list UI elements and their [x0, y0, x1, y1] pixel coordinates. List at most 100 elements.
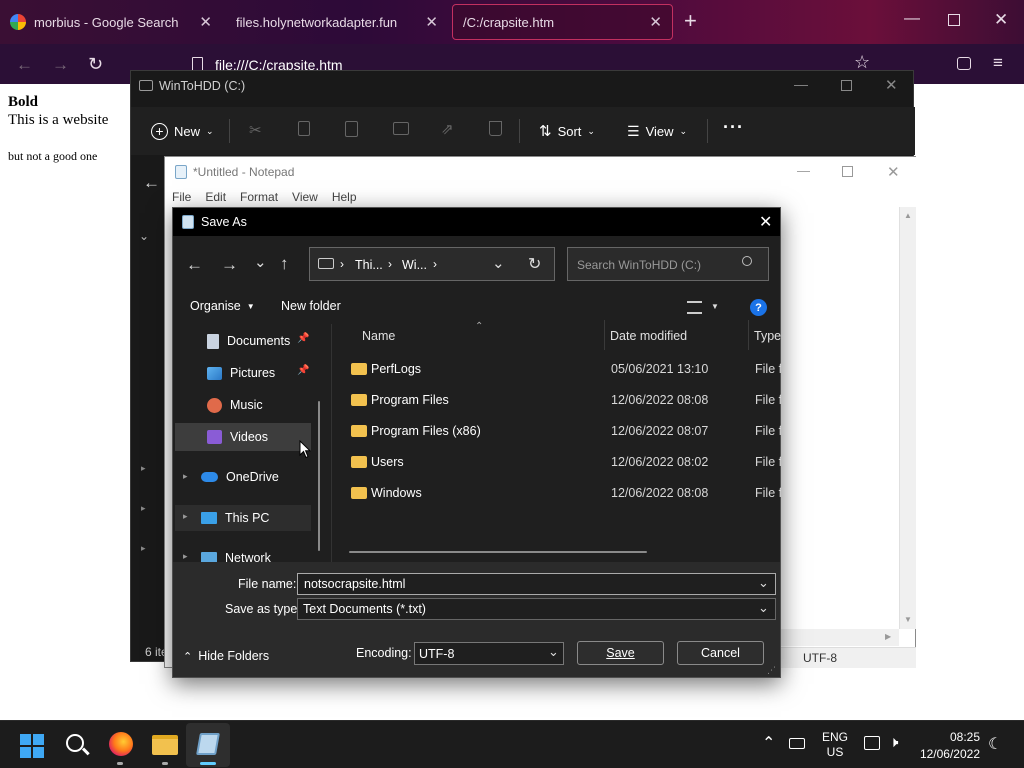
up-folder-icon[interactable]: ↑ [280, 254, 289, 274]
column-divider[interactable] [748, 320, 749, 350]
pocket-icon[interactable] [957, 57, 971, 70]
pin-icon[interactable]: 📌 [297, 365, 309, 376]
copy-icon[interactable] [298, 121, 310, 136]
menu-file[interactable]: File [172, 190, 191, 204]
cancel-button[interactable]: Cancel [677, 641, 764, 665]
new-folder-button[interactable]: New folder [281, 299, 341, 313]
file-row[interactable]: PerfLogs 05/06/2021 13:10 File fo [349, 353, 782, 384]
nav-item-network[interactable]: Network [201, 544, 331, 562]
notepad-taskbar-button[interactable] [186, 723, 230, 767]
nav-item-videos[interactable]: Videos [175, 423, 311, 451]
share-icon[interactable]: ⇗ [441, 120, 454, 138]
scroll-down-icon[interactable]: ▼ [904, 615, 912, 624]
new-button[interactable]: + New ⌄ [151, 119, 214, 143]
close-tab-icon[interactable]: ✕ [199, 13, 212, 31]
close-icon[interactable]: ✕ [759, 212, 772, 232]
start-icon[interactable] [20, 734, 44, 758]
nav-item-music[interactable]: Music [207, 391, 331, 419]
save-as-type-select[interactable]: Text Documents (*.txt) ⌄ [297, 598, 776, 620]
file-row[interactable]: Windows 12/06/2022 08:08 File fo [349, 477, 782, 508]
save-button[interactable]: Save [577, 641, 664, 665]
view-options-icon[interactable] [687, 301, 702, 314]
back-icon[interactable]: ← [16, 55, 33, 75]
delete-icon[interactable] [489, 121, 502, 136]
forward-icon[interactable]: → [221, 255, 238, 275]
caret-down-icon[interactable]: ▼ [711, 302, 719, 311]
nav-item-pictures[interactable]: Pictures [207, 359, 331, 387]
browser-tab-active[interactable]: /C:/crapsite.htm ✕ [452, 4, 673, 40]
encoding-select[interactable]: UTF-8 ⌄ [414, 642, 564, 665]
column-type[interactable]: Type [754, 329, 781, 343]
close-tab-icon[interactable]: ✕ [425, 13, 438, 31]
view-button[interactable]: ☰ View ⌄ [627, 119, 687, 143]
maximize-icon[interactable] [842, 166, 853, 177]
back-icon[interactable]: ← [143, 173, 160, 193]
chevron-down-icon[interactable]: ⌄ [758, 575, 769, 591]
clock[interactable]: 08:25 12/06/2022 [918, 730, 980, 761]
sort-button[interactable]: ⇅ Sort ⌄ [539, 119, 595, 143]
maximize-icon[interactable] [948, 14, 960, 26]
back-icon[interactable]: ← [186, 255, 203, 275]
file-row[interactable]: Users 12/06/2022 08:02 File fo [349, 446, 782, 477]
pin-icon[interactable]: 📌 [297, 333, 309, 344]
column-divider[interactable] [604, 320, 605, 350]
vertical-scrollbar[interactable]: ▲ ▼ [899, 207, 916, 629]
column-name[interactable]: Name [362, 329, 395, 343]
cut-icon[interactable]: ✂ [249, 121, 262, 139]
chevron-up-icon[interactable]: ⌃ [762, 733, 775, 753]
menu-edit[interactable]: Edit [205, 190, 226, 204]
resize-grip-icon[interactable]: ⋰ [767, 665, 776, 676]
minimize-icon[interactable]: — [794, 76, 808, 92]
language-indicator[interactable]: ENG US [822, 730, 848, 759]
notifications-icon[interactable]: ☾ [988, 734, 1002, 754]
chevron-down-icon[interactable]: ⌄ [758, 600, 769, 616]
chevron-down-icon[interactable]: ⌄ [548, 644, 559, 660]
breadcrumb-this-pc[interactable]: Thi... [355, 258, 383, 272]
maximize-icon[interactable] [841, 80, 852, 91]
file-explorer-icon[interactable] [152, 735, 178, 755]
minimize-icon[interactable]: — [904, 10, 920, 28]
breadcrumb-drive[interactable]: Wi... [402, 258, 427, 272]
nav-item-onedrive[interactable]: OneDrive [201, 463, 331, 491]
chevron-right-icon[interactable]: ▸ [183, 551, 188, 562]
hide-folders-toggle[interactable]: ⌃ Hide Folders [183, 649, 269, 663]
search-input[interactable]: Search WinToHDD (C:) [567, 247, 769, 281]
address-dropdown-icon[interactable]: ⌄ [492, 254, 505, 272]
keyboard-icon[interactable] [789, 738, 805, 749]
scroll-right-icon[interactable]: ▶ [885, 632, 891, 641]
paste-icon[interactable] [345, 121, 358, 137]
organise-button[interactable]: Organise ▼ [190, 299, 255, 313]
column-date-modified[interactable]: Date modified [610, 329, 687, 343]
menu-help[interactable]: Help [332, 190, 357, 204]
browser-tab[interactable]: morbius - Google Search ✕ [0, 4, 222, 40]
firefox-icon[interactable] [109, 732, 133, 756]
close-tab-icon[interactable]: ✕ [649, 13, 662, 31]
menu-format[interactable]: Format [240, 190, 278, 204]
nav-scrollbar-thumb[interactable] [318, 401, 320, 551]
horizontal-scrollbar[interactable]: ▶ [781, 629, 899, 646]
close-icon[interactable]: ✕ [885, 76, 898, 94]
new-tab-icon[interactable]: + [684, 10, 697, 32]
scroll-up-icon[interactable]: ▲ [904, 211, 912, 220]
close-icon[interactable]: ✕ [887, 163, 900, 181]
browser-tab[interactable]: files.holynetworkadapter.fun ✕ [226, 4, 448, 40]
nav-item-this-pc[interactable]: This PC [201, 504, 331, 532]
close-window-icon[interactable]: ✕ [994, 10, 1008, 30]
minimize-icon[interactable]: — [797, 163, 810, 178]
forward-icon[interactable]: → [52, 55, 69, 75]
help-icon[interactable]: ? [750, 299, 767, 316]
recent-locations-icon[interactable]: ⌄ [254, 253, 267, 271]
network-icon[interactable] [864, 736, 880, 750]
reload-icon[interactable]: ↻ [88, 54, 103, 75]
file-row[interactable]: Program Files 12/06/2022 08:08 File fo [349, 384, 782, 415]
horizontal-scrollbar-thumb[interactable] [349, 551, 647, 553]
rename-icon[interactable] [393, 122, 409, 135]
file-row[interactable]: Program Files (x86) 12/06/2022 08:07 Fil… [349, 415, 782, 446]
file-name-input[interactable]: notsocrapsite.html ⌄ [297, 573, 776, 595]
menu-view[interactable]: View [292, 190, 318, 204]
address-bar[interactable]: › Thi... › Wi... › ⌄ ↻ [309, 247, 555, 281]
volume-mute-icon[interactable]: 🕨 [889, 734, 898, 751]
chevron-right-icon[interactable]: ▸ [183, 471, 188, 482]
refresh-icon[interactable]: ↻ [528, 254, 541, 274]
menu-icon[interactable]: ≡ [993, 53, 1003, 73]
